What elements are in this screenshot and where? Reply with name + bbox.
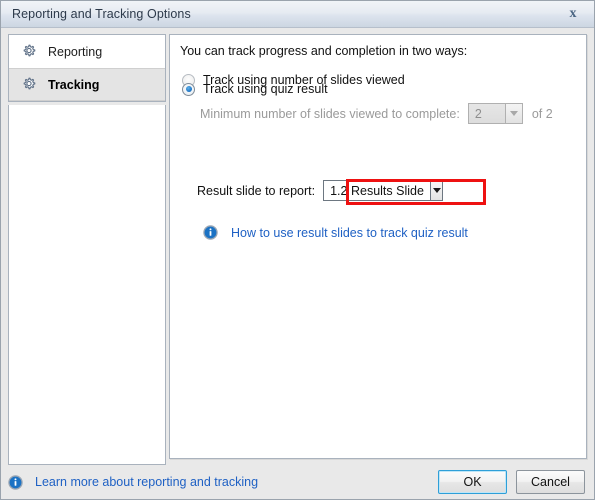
slides-minimum-dropdown: 2 xyxy=(467,103,523,124)
slides-total-label: of 2 xyxy=(531,106,553,121)
ok-button[interactable]: OK xyxy=(438,470,507,494)
sidebar: Reporting Tracking xyxy=(8,34,166,465)
sidebar-item-label: Tracking xyxy=(48,77,100,92)
sidebar-nav-list: Reporting Tracking xyxy=(8,34,166,102)
dialog-footer: Learn more about reporting and tracking … xyxy=(1,465,594,499)
content-panel: You can track progress and completion in… xyxy=(169,34,587,459)
radio-label: Track using quiz result xyxy=(203,82,328,96)
chevron-down-icon[interactable] xyxy=(429,180,444,201)
slides-minimum-label: Minimum number of slides viewed to compl… xyxy=(200,106,460,121)
result-slide-value: 1.2 Results Slide xyxy=(323,180,430,201)
slides-minimum-row: Minimum number of slides viewed to compl… xyxy=(200,103,553,124)
help-link[interactable]: How to use result slides to track quiz r… xyxy=(231,226,468,240)
learn-more-link[interactable]: Learn more about reporting and tracking xyxy=(35,475,258,489)
info-icon xyxy=(8,474,23,490)
reporting-tracking-options-dialog: Reporting and Tracking Options x Reporti… xyxy=(0,0,595,500)
result-slide-row: Result slide to report: 1.2 Results Slid… xyxy=(197,180,444,201)
sidebar-item-tracking[interactable]: Tracking xyxy=(9,68,165,101)
sidebar-item-reporting[interactable]: Reporting xyxy=(9,35,165,68)
close-icon[interactable]: x xyxy=(560,3,586,24)
footer-buttons: OK Cancel xyxy=(438,470,585,494)
radio-indicator-on[interactable] xyxy=(182,82,195,96)
dialog-body: Reporting Tracking You can track progres… xyxy=(1,28,594,465)
cancel-button[interactable]: Cancel xyxy=(516,470,585,494)
sidebar-item-label: Reporting xyxy=(48,44,103,59)
slides-minimum-value: 2 xyxy=(467,103,505,124)
sidebar-empty-area xyxy=(8,105,166,465)
help-link-row: How to use result slides to track quiz r… xyxy=(203,225,468,240)
result-slide-dropdown[interactable]: 1.2 Results Slide xyxy=(323,180,444,201)
footer-link-row: Learn more about reporting and tracking xyxy=(8,474,258,490)
gear-icon xyxy=(21,44,37,60)
intro-text: You can track progress and completion in… xyxy=(180,44,468,58)
chevron-down-icon xyxy=(504,103,523,124)
gear-icon xyxy=(21,77,37,93)
result-slide-label: Result slide to report: xyxy=(197,183,316,198)
radio-track-quiz-result[interactable]: Track using quiz result xyxy=(182,82,328,96)
window-title: Reporting and Tracking Options xyxy=(12,7,191,21)
info-icon xyxy=(203,225,218,240)
title-bar: Reporting and Tracking Options x xyxy=(1,1,594,28)
